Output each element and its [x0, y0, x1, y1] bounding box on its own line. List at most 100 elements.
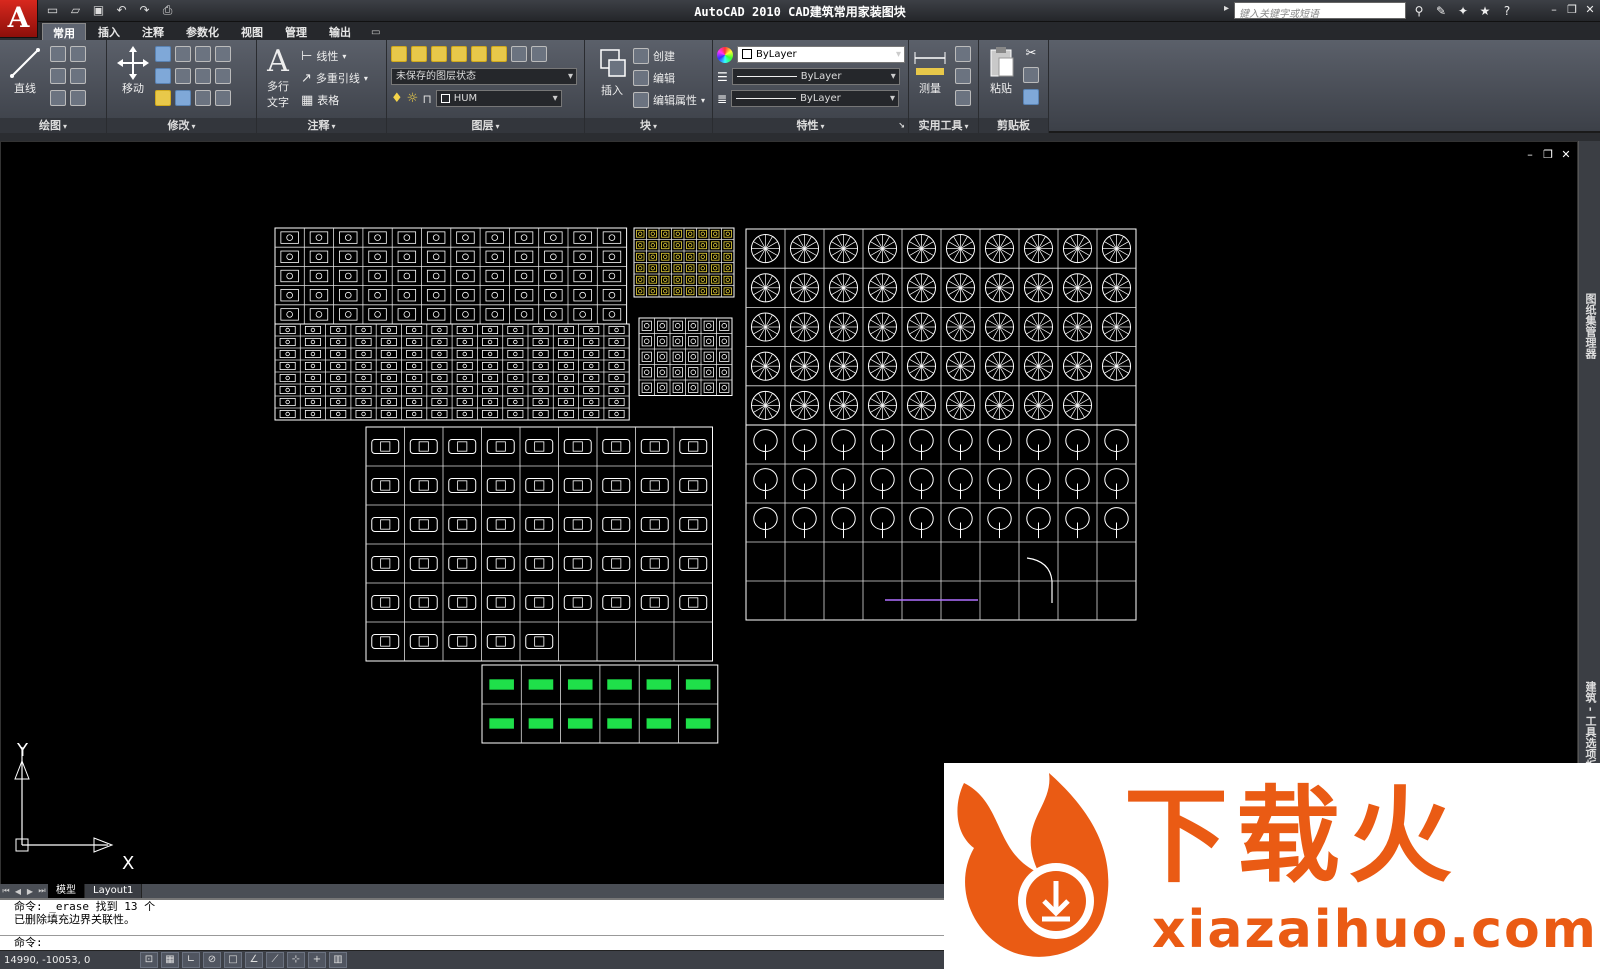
panel-title-clipboard[interactable]: 剪贴板 [979, 118, 1048, 133]
paste-button[interactable]: 粘贴 [983, 46, 1019, 96]
help-icon[interactable]: ? [1498, 2, 1516, 20]
ellipse-button[interactable] [50, 90, 86, 106]
infer-constraints-icon[interactable]: ⊡ [140, 952, 158, 968]
polar-tracking-icon[interactable]: □ [224, 952, 242, 968]
arc-icon[interactable] [70, 46, 86, 62]
multileader-button[interactable]: ↗ 多重引线 ▾ [301, 70, 368, 86]
edit-block-button[interactable]: 编辑 [633, 70, 675, 86]
erase-icon[interactable] [215, 46, 231, 62]
undo-icon[interactable]: ↶ [113, 2, 130, 19]
panel-title-draw[interactable]: 绘图 ▾ [0, 118, 106, 133]
measure-button[interactable]: 测量 [911, 48, 949, 96]
panel-title-modify[interactable]: 修改 ▾ [107, 118, 256, 133]
hatch-icon[interactable] [70, 90, 86, 106]
layer-isolate-icon[interactable] [471, 46, 487, 62]
ortho-mode-icon[interactable]: ⊘ [203, 952, 221, 968]
tab-model[interactable]: 模型 [48, 884, 85, 898]
tab-manage[interactable]: 管理 [275, 23, 317, 40]
polyline-button[interactable] [50, 46, 86, 62]
layer-properties-icon[interactable] [391, 46, 407, 62]
create-block-button[interactable]: 创建 [633, 48, 675, 64]
object-snap-icon[interactable]: ∠ [245, 952, 263, 968]
wrench-icon[interactable]: ✎ [1432, 2, 1450, 20]
mirror-icon[interactable] [155, 68, 171, 84]
panel-launcher-icon[interactable]: ↘ [898, 118, 905, 133]
layer-unisolate-icon[interactable] [491, 46, 507, 62]
restore-icon[interactable]: ❐ [1564, 2, 1580, 18]
circle-button[interactable] [50, 68, 86, 84]
table-button[interactable]: ▦ 表格 [301, 92, 339, 108]
close-icon[interactable]: ✕ [1582, 2, 1598, 18]
layer-previous-icon[interactable] [451, 46, 467, 62]
search-input[interactable]: 键入关键字或短语 [1234, 2, 1406, 20]
prev-layout-icon[interactable]: ◀ [12, 887, 24, 896]
panel-title-layers[interactable]: 图层 ▾ [387, 118, 584, 133]
tab-home[interactable]: 常用 [42, 23, 86, 40]
linetype-dropdown[interactable]: ☰ ByLayer [717, 68, 900, 85]
insert-block-button[interactable]: 插入 [593, 46, 631, 98]
scale-icon[interactable] [155, 90, 171, 106]
move-button[interactable]: 移动 [113, 46, 153, 96]
command-line[interactable]: 命令: _erase 找到 13 个 已删除填充边界关联性。 命令: [0, 898, 950, 950]
object-snap-tracking-icon[interactable]: ⟋ [266, 952, 284, 968]
star-icon[interactable]: ★ [1476, 2, 1494, 20]
panel-title-properties[interactable]: 特性 ▾ ↘ [713, 118, 908, 133]
rotate-icon[interactable] [175, 46, 191, 62]
last-layout-icon[interactable]: ⏭ [36, 886, 48, 896]
mtext-button[interactable]: A 多行 文字 [261, 46, 295, 110]
lineweight-toggle-icon[interactable]: ▥ [329, 952, 347, 968]
panel-title-utilities[interactable]: 实用工具 ▾ [909, 118, 978, 133]
layer-state-dropdown[interactable]: 未保存的图层状态 [391, 68, 577, 85]
select-similar-icon[interactable] [955, 68, 971, 84]
array-icon[interactable] [175, 90, 191, 106]
copy-icon[interactable] [155, 46, 171, 62]
panel-title-block[interactable]: 块 ▾ [585, 118, 712, 133]
offset-icon[interactable] [195, 90, 211, 106]
layer-dropdown[interactable]: ♦ ☼ ⊓ HUM [391, 90, 562, 107]
lineweight-dropdown[interactable]: ≣ ByLayer [717, 90, 900, 107]
chamfer-icon[interactable] [215, 90, 231, 106]
binoculars-icon[interactable]: ⚲ [1410, 2, 1428, 20]
dynamic-input-icon[interactable]: + [308, 952, 326, 968]
cut-icon[interactable]: ✂ [1026, 46, 1037, 61]
calculator-icon[interactable] [955, 90, 971, 106]
layer-off-icon[interactable] [531, 46, 547, 62]
color-dropdown[interactable]: ByLayer [717, 46, 905, 63]
tab-parametric[interactable]: 参数化 [176, 23, 229, 40]
panel-title-annotation[interactable]: 注释 ▾ [257, 118, 386, 133]
dynamic-ucs-icon[interactable]: ⊹ [287, 952, 305, 968]
fillet-icon[interactable] [175, 68, 191, 84]
explode-icon[interactable] [195, 68, 211, 84]
sheet-set-manager-label[interactable]: 图纸集管理器 [1583, 293, 1597, 359]
stretch-icon[interactable] [215, 68, 231, 84]
ribbon-minimize-icon[interactable]: ▭ [363, 25, 388, 40]
linear-dimension-button[interactable]: ⊢ 线性 ▾ [301, 48, 346, 64]
trim-icon[interactable] [195, 46, 211, 62]
search-expand-icon[interactable]: ▸ [1224, 3, 1229, 14]
copy-clip-icon[interactable] [1023, 67, 1039, 83]
tab-view[interactable]: 视图 [231, 23, 273, 40]
minimize-icon[interactable]: – [1546, 2, 1562, 18]
communication-icon[interactable]: ✦ [1454, 2, 1472, 20]
grid-display-icon[interactable]: ∟ [182, 952, 200, 968]
quick-select-icon[interactable] [955, 46, 971, 62]
next-layout-icon[interactable]: ▶ [24, 887, 36, 896]
match-properties-icon[interactable] [1023, 89, 1039, 105]
rectangle-icon[interactable] [70, 68, 86, 84]
layer-state-icon[interactable] [411, 46, 427, 62]
tool-palettes-label[interactable]: 建筑 - 工具选项板 [1583, 681, 1597, 770]
snap-mode-icon[interactable]: ▦ [161, 952, 179, 968]
tab-output[interactable]: 输出 [319, 23, 361, 40]
application-menu-button[interactable]: A [0, 0, 38, 38]
new-icon[interactable]: ▭ [44, 2, 61, 19]
layer-freeze-icon[interactable] [511, 46, 527, 62]
layer-match-icon[interactable] [431, 46, 447, 62]
tab-insert[interactable]: 插入 [88, 23, 130, 40]
print-icon[interactable]: ⎙ [159, 2, 176, 19]
tab-annotate[interactable]: 注释 [132, 23, 174, 40]
command-input[interactable]: 命令: [0, 935, 950, 949]
first-layout-icon[interactable]: ⏮ [0, 886, 12, 896]
redo-icon[interactable]: ↷ [136, 2, 153, 19]
open-icon[interactable]: ▱ [67, 2, 84, 19]
tab-layout1[interactable]: Layout1 [85, 884, 143, 898]
